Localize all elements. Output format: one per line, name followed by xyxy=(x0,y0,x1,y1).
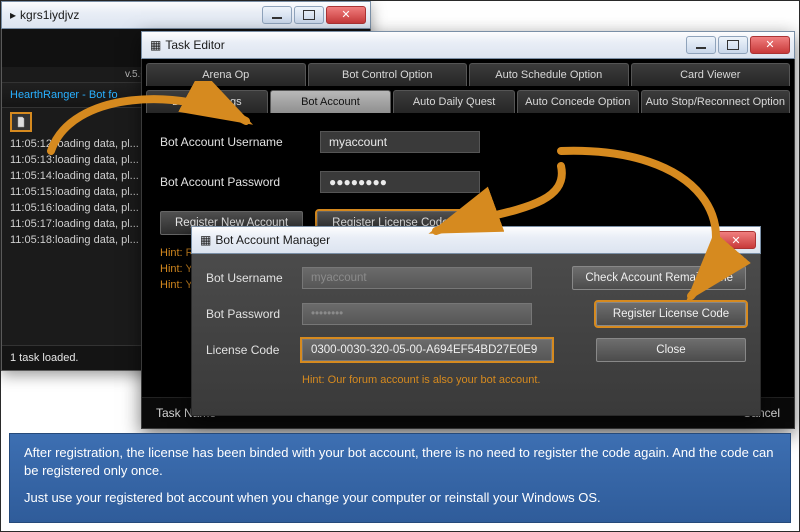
info-line-2: Just use your registered bot account whe… xyxy=(24,489,776,507)
canvas: ▸ kgrs1iydjvz v.5.6.0 ... etter performa… xyxy=(0,0,800,532)
tab-auto-concede-option[interactable]: Auto Concede Option xyxy=(517,90,639,113)
close-button[interactable] xyxy=(750,36,790,54)
username-input[interactable]: myaccount xyxy=(320,131,480,153)
app-icon: ▦ xyxy=(150,38,161,52)
dialog-hint: Hint: Our forum account is also your bot… xyxy=(206,374,746,386)
maximize-button[interactable] xyxy=(294,6,324,24)
bot-account-form: Bot Account Username myaccount Bot Accou… xyxy=(142,113,794,243)
dialog-register-license-button[interactable]: Register License Code xyxy=(596,302,746,326)
task-editor-titlebar[interactable]: ▦ Task Editor xyxy=(141,31,795,59)
tab-basic-settings[interactable]: Basic Settings xyxy=(146,90,268,113)
tab-auto-schedule-option[interactable]: Auto Schedule Option xyxy=(469,63,629,86)
password-label: Bot Account Password xyxy=(160,175,320,189)
tabs-row-1: Arena Op Bot Control Option Auto Schedul… xyxy=(142,59,794,86)
license-code-input[interactable]: 0300-0030-320-05-00-A694EF54BD27E0E9 xyxy=(302,339,552,361)
maximize-button[interactable] xyxy=(718,36,748,54)
bot-password-label: Bot Password xyxy=(206,307,302,321)
check-account-remain-time-button[interactable]: Check Account Remain Time xyxy=(572,266,746,290)
tab-auto-stop-reconnect[interactable]: Auto Stop/Reconnect Option xyxy=(641,90,790,113)
username-label: Bot Account Username xyxy=(160,135,320,149)
tab-bot-account[interactable]: Bot Account xyxy=(270,90,392,113)
password-input[interactable]: ●●●●●●●● xyxy=(320,171,480,193)
document-icon[interactable] xyxy=(10,112,32,132)
log-window-title: kgrs1iydjvz xyxy=(20,8,79,22)
app-icon: ▸ xyxy=(10,8,16,22)
dialog-close-button[interactable] xyxy=(716,231,756,249)
tab-arena-option[interactable]: Arena Op xyxy=(146,63,306,86)
minimize-button[interactable] xyxy=(686,36,716,54)
dialog-title: Bot Account Manager xyxy=(215,233,330,247)
tab-auto-daily-quest[interactable]: Auto Daily Quest xyxy=(393,90,515,113)
tab-card-viewer[interactable]: Card Viewer xyxy=(631,63,791,86)
log-window-titlebar[interactable]: ▸ kgrs1iydjvz xyxy=(1,1,371,29)
bot-username-label: Bot Username xyxy=(206,271,302,285)
bot-username-input[interactable]: myaccount xyxy=(302,267,532,289)
tabs-row-2: Basic Settings Bot Account Auto Daily Qu… xyxy=(142,86,794,113)
bot-account-manager-dialog: ▦ Bot Account Manager Bot Username myacc… xyxy=(191,226,761,416)
dialog-close-action-button[interactable]: Close xyxy=(596,338,746,362)
task-editor-title: Task Editor xyxy=(165,38,224,52)
minimize-button[interactable] xyxy=(262,6,292,24)
info-line-1: After registration, the license has been… xyxy=(24,444,776,479)
info-panel: After registration, the license has been… xyxy=(9,433,791,523)
tab-bot-control-option[interactable]: Bot Control Option xyxy=(308,63,468,86)
license-code-label: License Code xyxy=(206,343,302,357)
close-button[interactable] xyxy=(326,6,366,24)
app-icon: ▦ xyxy=(200,233,211,247)
bot-password-input[interactable]: •••••••• xyxy=(302,303,532,325)
dialog-titlebar[interactable]: ▦ Bot Account Manager xyxy=(191,226,761,254)
